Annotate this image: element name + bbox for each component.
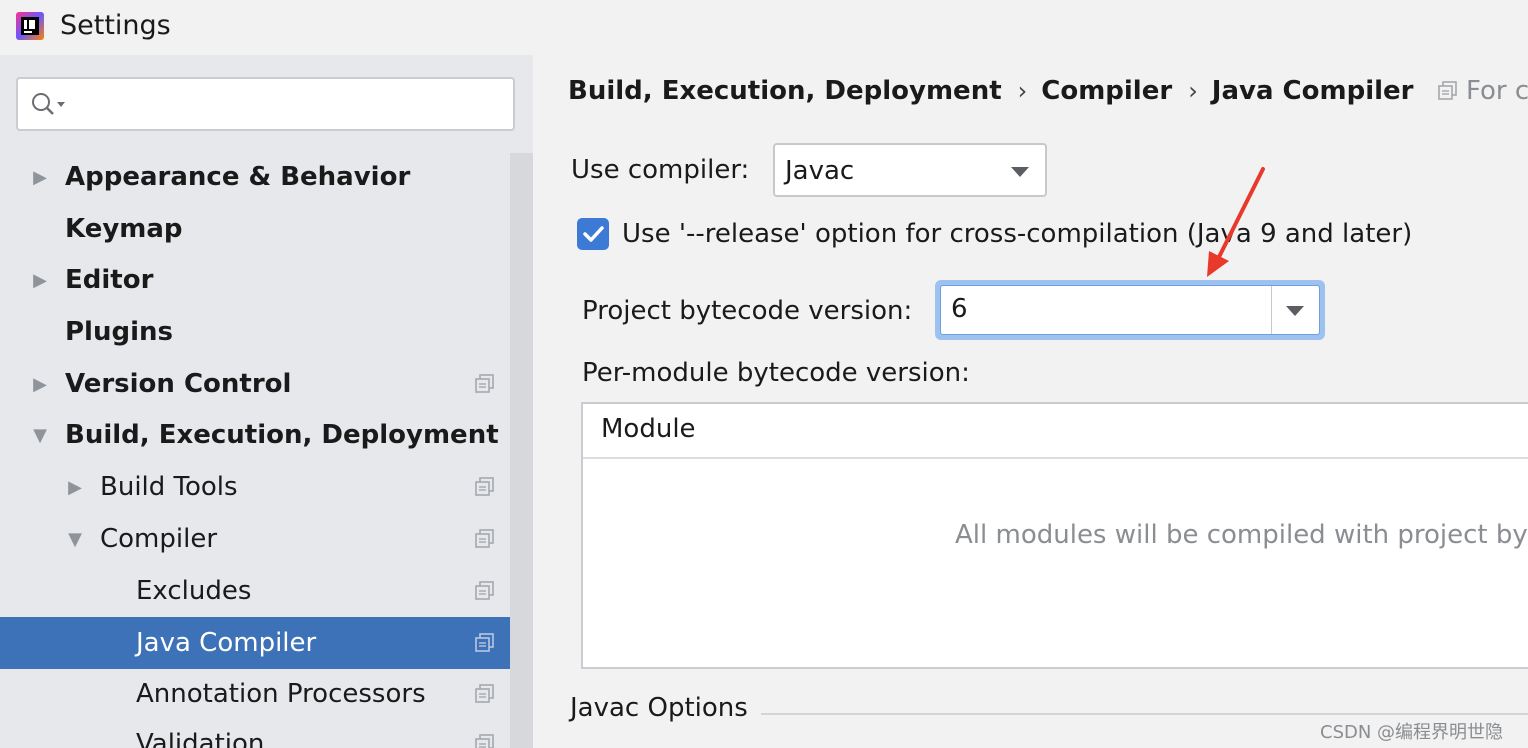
per-module-table[interactable]: Module All modules will be compiled with… xyxy=(581,402,1528,669)
for-current-project-hint: For c xyxy=(1438,71,1528,111)
project-bytecode-label: Project bytecode version: xyxy=(582,296,913,326)
empty-table-text: All modules will be compiled with projec… xyxy=(955,520,1528,550)
breadcrumb-item[interactable]: Build, Execution, Deployment xyxy=(568,76,1002,106)
sidebar-item-annotation-processors[interactable]: Annotation Processors xyxy=(0,668,510,720)
project-settings-icon xyxy=(475,734,494,748)
chevron-down-icon[interactable] xyxy=(1011,167,1029,177)
sidebar-item-version-control[interactable]: ▶ Version Control xyxy=(0,358,510,410)
sidebar-item-label: Appearance & Behavior xyxy=(65,162,411,192)
project-bytecode-value: 6 xyxy=(951,294,968,324)
breadcrumb-item-current: Java Compiler xyxy=(1211,76,1414,106)
per-module-label: Per-module bytecode version: xyxy=(582,358,970,388)
sidebar-item-build-tools[interactable]: ▶ Build Tools xyxy=(0,461,510,513)
checkmark-icon xyxy=(583,226,604,242)
combo-divider xyxy=(1271,286,1272,334)
title-bar: Settings xyxy=(0,0,1528,55)
project-settings-icon xyxy=(475,581,494,600)
search-icon[interactable] xyxy=(30,91,70,119)
module-column-header[interactable]: Module xyxy=(601,414,696,444)
breadcrumb: Build, Execution, Deployment › Compiler › Ja… xyxy=(568,71,1414,111)
sidebar-item-label: Plugins xyxy=(65,317,173,347)
project-settings-icon xyxy=(475,684,494,703)
sidebar-item-label: Keymap xyxy=(65,214,183,244)
sidebar-item-excludes[interactable]: Excludes xyxy=(0,565,510,617)
collapsed-arrow-icon[interactable]: ▶ xyxy=(65,461,85,513)
breadcrumb-separator: › xyxy=(1188,77,1198,105)
sidebar-item-label: Version Control xyxy=(65,369,292,399)
settings-sidebar: ▶ Appearance & Behavior Keymap ▶ Editor … xyxy=(0,55,533,748)
project-settings-icon xyxy=(475,633,494,652)
collapsed-arrow-icon[interactable]: ▶ xyxy=(30,254,50,306)
for-project-label: For c xyxy=(1466,76,1528,106)
collapsed-arrow-icon[interactable]: ▶ xyxy=(30,151,50,203)
use-compiler-label: Use compiler: xyxy=(571,155,750,185)
use-compiler-value: Javac xyxy=(785,156,855,186)
sidebar-item-validation[interactable]: Validation xyxy=(0,718,510,748)
search-input[interactable] xyxy=(78,87,498,121)
table-header: Module xyxy=(583,404,1528,459)
project-bytecode-field[interactable]: 6 xyxy=(940,285,1320,335)
sidebar-item-keymap[interactable]: Keymap xyxy=(0,203,510,255)
watermark: CSDN @编程界明世隐 xyxy=(1320,722,1504,743)
sidebar-item-label: Excludes xyxy=(136,576,252,606)
breadcrumb-item[interactable]: Compiler xyxy=(1041,76,1172,106)
intellij-idea-icon xyxy=(16,12,44,40)
expanded-arrow-icon[interactable]: ▼ xyxy=(65,513,85,565)
project-settings-icon xyxy=(475,529,494,548)
collapsed-arrow-icon[interactable]: ▶ xyxy=(30,358,50,410)
section-divider xyxy=(761,713,1528,715)
sidebar-item-label: Compiler xyxy=(100,524,218,554)
chevron-down-icon[interactable] xyxy=(1286,306,1304,316)
breadcrumb-separator: › xyxy=(1017,77,1028,105)
sidebar-item-compiler[interactable]: ▼ Compiler xyxy=(0,513,510,565)
sidebar-item-plugins[interactable]: Plugins xyxy=(0,306,510,358)
sidebar-item-editor[interactable]: ▶ Editor xyxy=(0,254,510,306)
project-settings-icon xyxy=(1438,81,1457,100)
search-box[interactable] xyxy=(16,77,515,131)
use-compiler-select[interactable]: Javac xyxy=(773,143,1047,197)
sidebar-item-appearance-behavior[interactable]: ▶ Appearance & Behavior xyxy=(0,151,510,203)
project-bytecode-select[interactable]: 6 xyxy=(935,280,1325,340)
sidebar-item-label: Build Tools xyxy=(100,472,238,502)
project-settings-icon xyxy=(475,374,494,393)
release-option-checkbox[interactable] xyxy=(577,218,609,250)
settings-content: Build, Execution, Deployment › Compiler › Ja… xyxy=(533,55,1528,748)
release-option-label[interactable]: Use '--release' option for cross-compila… xyxy=(622,219,1412,249)
javac-options-heading: Javac Options xyxy=(570,693,748,723)
sidebar-item-label: Java Compiler xyxy=(136,628,317,658)
sidebar-item-label: Validation xyxy=(136,729,265,748)
sidebar-item-label: Build, Execution, Deployment xyxy=(65,420,499,450)
sidebar-item-label: Editor xyxy=(65,265,154,295)
sidebar-item-build-execution-deployment[interactable]: ▼ Build, Execution, Deployment xyxy=(0,409,510,461)
window-title: Settings xyxy=(60,10,171,41)
sidebar-item-label: Annotation Processors xyxy=(136,679,426,709)
sidebar-scrollbar[interactable] xyxy=(510,153,533,748)
project-settings-icon xyxy=(475,477,494,496)
sidebar-item-java-compiler[interactable]: Java Compiler xyxy=(0,617,533,669)
annotation-arrow-icon xyxy=(1207,167,1265,277)
expanded-arrow-icon[interactable]: ▼ xyxy=(30,409,50,461)
